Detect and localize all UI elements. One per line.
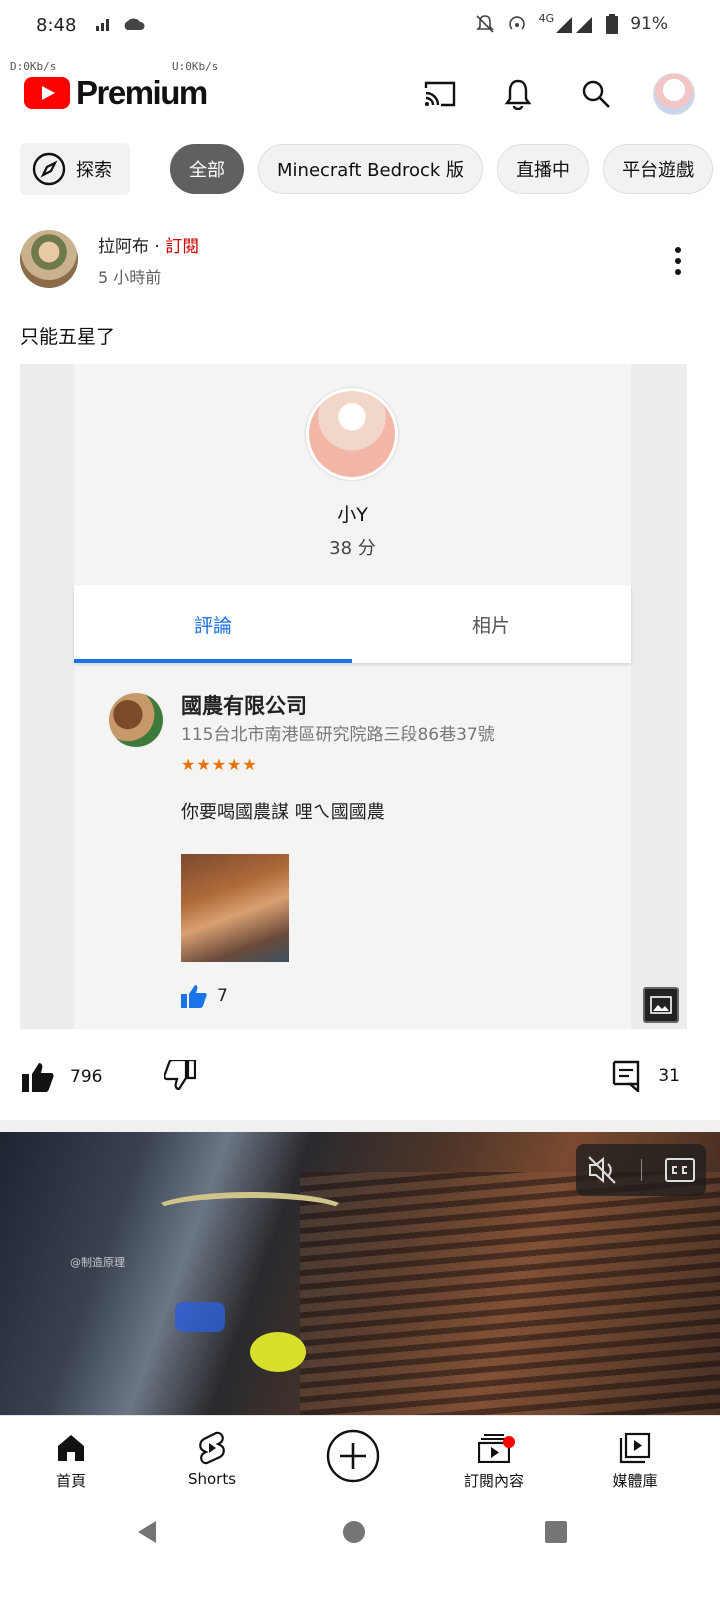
top-app-bar: Premium <box>0 56 720 136</box>
explore-label: 探索 <box>76 160 112 181</box>
chip-all[interactable]: 全部 <box>170 144 244 194</box>
reviewer-name: 小Y <box>337 504 368 526</box>
nav-home[interactable]: 首頁 <box>16 1426 126 1491</box>
place-address: 115台北市南港區研究院路三段86巷37號 <box>181 725 495 745</box>
video-preview[interactable]: @制造原理 <box>0 1132 720 1415</box>
like-count: 796 <box>70 1067 103 1087</box>
feed-separator <box>0 1120 720 1132</box>
battery-percent: 91% <box>630 14 668 34</box>
channel-avatar[interactable] <box>20 230 78 288</box>
bell-icon <box>504 79 532 110</box>
filter-chips: 探索 全部 Minecraft Bedrock 版 直播中 平台遊戲 <box>0 142 720 196</box>
place-name: 國農有限公司 <box>181 694 307 718</box>
comment-icon <box>613 1060 640 1092</box>
post-text: 只能五星了 <box>20 326 116 348</box>
thumbs-up-filled-icon <box>22 1063 54 1092</box>
kebab-menu-icon <box>675 247 681 275</box>
image-icon <box>650 996 672 1014</box>
signal-bars-icon <box>96 19 109 31</box>
comments-button[interactable]: 31 <box>612 1060 680 1092</box>
network-type: 4G <box>538 11 555 25</box>
reviewer-score: 38 分 <box>329 538 376 559</box>
reviewer-avatar <box>306 388 398 480</box>
place-avatar <box>109 693 163 747</box>
nav-shorts[interactable]: Shorts <box>157 1426 267 1488</box>
back-icon[interactable] <box>134 1519 160 1545</box>
chip-minecraft[interactable]: Minecraft Bedrock 版 <box>258 144 484 194</box>
cast-button[interactable] <box>418 72 462 116</box>
like-button[interactable]: 796 <box>22 1062 102 1092</box>
youtube-logo-icon <box>24 77 70 109</box>
account-avatar <box>653 73 695 115</box>
status-time: 8:48 <box>36 15 77 36</box>
review-tabs: 評論 相片 <box>74 585 631 663</box>
chip-platformer[interactable]: 平台遊戲 <box>603 144 714 194</box>
logo-text: Premium <box>76 74 208 111</box>
cell-signal-icon <box>556 17 593 33</box>
recents-square-icon[interactable] <box>543 1519 569 1545</box>
star-rating: ★★★★★ <box>181 755 258 774</box>
search-icon <box>582 80 610 108</box>
post-actions: 796 31 <box>0 1054 720 1106</box>
nav-library[interactable]: 媒體庫 <box>580 1426 690 1491</box>
notifications-button[interactable] <box>496 72 540 116</box>
explore-chip[interactable]: 探索 <box>20 143 130 195</box>
hotspot-icon <box>508 16 525 30</box>
separator-dot: · <box>154 237 160 257</box>
review-screenshot: 小Y 38 分 評論 相片 國農有限公司 115台北市南港區研究院路三段86巷3… <box>74 364 631 1029</box>
captions-icon[interactable] <box>664 1158 695 1182</box>
youtube-premium-logo[interactable]: Premium <box>24 74 208 112</box>
more-options-button[interactable] <box>666 246 690 276</box>
status-bar: 8:48 4G 91% D:0Kb/s U:0Kb/s <box>0 0 720 74</box>
post-time: 5 小時前 <box>98 268 162 287</box>
new-content-dot <box>503 1436 515 1448</box>
post-image[interactable]: 小Y 38 分 評論 相片 國農有限公司 115台北市南港區研究院路三段86巷3… <box>20 364 687 1029</box>
nav-subscriptions[interactable]: 訂閱內容 <box>439 1426 549 1491</box>
nav-subscriptions-label: 訂閱內容 <box>463 1472 524 1490</box>
account-button[interactable] <box>652 72 696 116</box>
mute-icon[interactable] <box>587 1155 619 1185</box>
home-icon <box>58 1435 84 1461</box>
community-post-header: 拉阿布 · 訂閱 5 小時前 <box>20 228 700 292</box>
tab-photos: 相片 <box>471 615 510 637</box>
tab-reviews: 評論 <box>193 615 232 637</box>
compass-icon <box>32 152 66 186</box>
battery-icon <box>606 14 619 34</box>
create-plus-icon <box>326 1429 380 1483</box>
subscribe-link[interactable]: 訂閱 <box>165 237 199 257</box>
thumbs-down-icon <box>163 1058 197 1091</box>
mute-bell-icon <box>475 15 494 33</box>
cast-icon <box>424 81 456 107</box>
active-tab-indicator <box>74 659 352 663</box>
library-icon <box>619 1432 651 1464</box>
nav-library-label: 媒體庫 <box>612 1472 658 1490</box>
comment-count: 31 <box>658 1066 680 1086</box>
nav-shorts-label: Shorts <box>187 1470 237 1488</box>
shorts-icon <box>199 1431 225 1465</box>
video-controls <box>576 1144 706 1196</box>
nav-create[interactable] <box>298 1426 408 1486</box>
review-like-count: 7 <box>217 986 228 1006</box>
review-photo <box>181 854 289 962</box>
video-watermark: @制造原理 <box>70 1256 125 1269</box>
cloud-icon <box>124 18 145 30</box>
channel-name[interactable]: 拉阿布 <box>98 237 149 257</box>
dislike-button[interactable] <box>163 1058 197 1094</box>
system-navigation-bar <box>0 1505 720 1600</box>
review-text: 你要喝國農謀 哩ㄟ國國農 <box>181 802 385 823</box>
image-gallery-badge <box>643 987 679 1023</box>
search-button[interactable] <box>574 72 618 116</box>
thumbs-up-icon <box>181 985 207 1008</box>
chip-live[interactable]: 直播中 <box>497 144 590 194</box>
nav-home-label: 首頁 <box>55 1472 86 1490</box>
home-circle-icon[interactable] <box>341 1519 367 1545</box>
bottom-navigation: 首頁 Shorts 訂閱內容 媒體庫 <box>0 1415 720 1505</box>
